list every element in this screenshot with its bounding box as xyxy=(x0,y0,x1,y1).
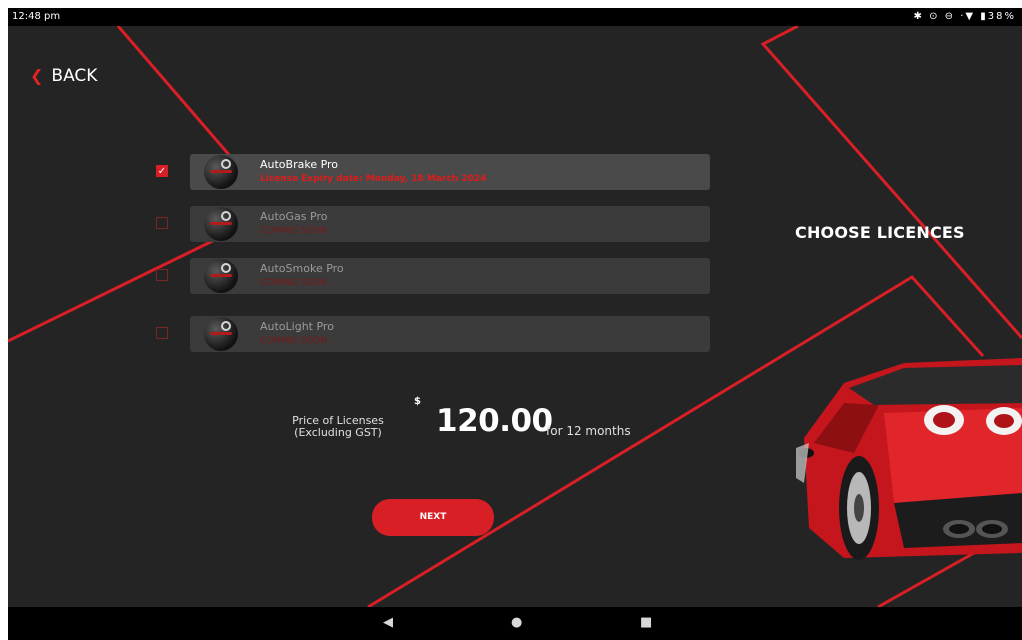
license-row-autosmoke[interactable]: AutoSmoke Pro COMING SOON xyxy=(156,258,710,294)
car-illustration xyxy=(796,358,1022,560)
license-checkbox-autolight[interactable] xyxy=(156,327,168,339)
back-button[interactable]: ❮ BACK xyxy=(30,66,97,86)
deco-line-3 xyxy=(760,26,1022,339)
license-status: COMING SOON xyxy=(260,226,327,236)
page-title: CHOOSE LICENCES xyxy=(795,223,965,242)
deco-line-1 xyxy=(116,26,245,172)
price-label: Price of Licenses (Excluding GST) xyxy=(278,415,398,439)
license-status: License Expiry date: Monday, 18 March 20… xyxy=(260,174,487,184)
price-amount: 120.00 xyxy=(436,403,553,439)
back-label: BACK xyxy=(51,66,98,86)
autobrake-logo-icon xyxy=(204,155,238,189)
license-row-autogas[interactable]: AutoGas Pro COMING SOON xyxy=(156,206,710,242)
circle-home-icon[interactable]: ● xyxy=(511,615,522,630)
license-checkbox-autosmoke[interactable] xyxy=(156,269,168,281)
chevron-left-icon: ❮ xyxy=(30,66,44,85)
navigation-bar: ◀ ● ■ xyxy=(8,607,1022,640)
license-status: COMING SOON xyxy=(260,336,327,346)
license-row-autolight[interactable]: AutoLight Pro COMING SOON xyxy=(156,316,710,352)
next-button[interactable]: NEXT xyxy=(372,499,494,536)
status-time: 12:48 pm xyxy=(12,11,61,22)
license-checkbox-autogas[interactable] xyxy=(156,217,168,229)
square-recents-icon[interactable]: ■ xyxy=(640,615,652,630)
license-checkbox-autobrake[interactable]: ✓ xyxy=(156,165,168,177)
price-period: for 12 months xyxy=(546,424,631,438)
autogas-logo-icon xyxy=(204,207,238,241)
license-status: COMING SOON xyxy=(260,278,327,288)
autosmoke-logo-icon xyxy=(204,259,238,293)
license-name: AutoBrake Pro xyxy=(260,158,339,171)
app-screen: 12:48 pm ✱ ⊙ ⊖ ·▼ ▮38% ❮ BACK CHOOSE LICE… xyxy=(8,8,1022,640)
status-bar: 12:48 pm ✱ ⊙ ⊖ ·▼ ▮38% xyxy=(8,8,1022,26)
triangle-back-icon[interactable]: ◀ xyxy=(383,615,393,630)
price-label-line2: (Excluding GST) xyxy=(294,426,382,439)
autolight-logo-icon xyxy=(204,317,238,351)
status-icons: ✱ ⊙ ⊖ ·▼ ▮38% xyxy=(913,11,1016,22)
license-name: AutoSmoke Pro xyxy=(260,262,344,275)
price-currency: $ xyxy=(414,396,421,407)
license-name: AutoGas Pro xyxy=(260,210,328,223)
license-name: AutoLight Pro xyxy=(260,320,334,333)
license-row-autobrake[interactable]: ✓ AutoBrake Pro License Expiry date: Mon… xyxy=(156,154,710,190)
